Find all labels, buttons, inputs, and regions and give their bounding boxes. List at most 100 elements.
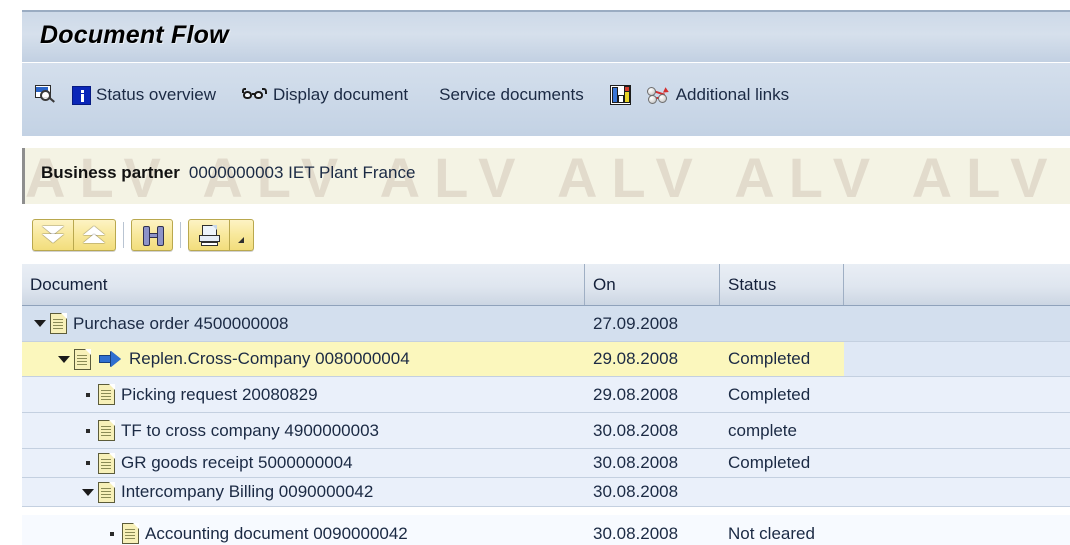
find-button[interactable] xyxy=(131,219,173,251)
display-document-label: Display document xyxy=(273,85,409,104)
glasses-icon xyxy=(242,86,268,104)
window-title-bar: Document Flow xyxy=(22,10,1070,62)
cell-document[interactable]: Picking request 20080829 xyxy=(22,377,585,412)
collapse-all-button[interactable] xyxy=(74,219,116,251)
cell-blank[interactable] xyxy=(844,342,1070,376)
cell-on[interactable]: 27.09.2008 xyxy=(585,306,720,341)
status-overview-label: Status overview xyxy=(96,85,216,104)
cell-status[interactable]: Not cleared xyxy=(720,515,844,545)
on-date-label: 27.09.2008 xyxy=(593,313,679,333)
cell-status[interactable] xyxy=(720,306,844,341)
table-row[interactable]: GR goods receipt 5000000004 30.08.2008 Com… xyxy=(22,449,1070,478)
cell-blank[interactable] xyxy=(844,515,1070,545)
cell-on[interactable]: 30.08.2008 xyxy=(585,478,720,506)
bar-chart-button[interactable] xyxy=(606,81,635,109)
service-documents-button[interactable]: Service documents xyxy=(430,81,588,109)
status-label: Completed xyxy=(728,384,811,404)
cell-on[interactable]: 30.08.2008 xyxy=(585,515,720,545)
on-date-label: 29.08.2008 xyxy=(593,349,679,368)
cell-on[interactable]: 29.08.2008 xyxy=(585,377,720,412)
column-header-document[interactable]: Document xyxy=(22,264,585,305)
page-title: Document Flow xyxy=(40,21,229,49)
expand-twisty-icon[interactable] xyxy=(30,320,50,327)
bullet-icon xyxy=(86,461,90,465)
document-label: TF to cross company 4900000003 xyxy=(121,420,379,440)
cell-blank[interactable] xyxy=(844,413,1070,448)
cell-document[interactable]: GR goods receipt 5000000004 xyxy=(22,449,585,477)
print-button[interactable] xyxy=(188,219,230,251)
status-label: Not cleared xyxy=(728,523,815,543)
cell-on[interactable]: 30.08.2008 xyxy=(585,413,720,448)
arrow-right-icon xyxy=(99,351,123,367)
table-row[interactable]: Intercompany Billing 0090000042 30.08.200… xyxy=(22,478,1070,507)
business-partner-label: Business partner xyxy=(41,163,180,182)
cell-blank[interactable] xyxy=(844,377,1070,412)
column-header-on[interactable]: On xyxy=(585,264,720,305)
screen-search-button[interactable] xyxy=(30,81,60,109)
leaf-bullet-icon[interactable] xyxy=(78,428,98,433)
cell-document[interactable]: Intercompany Billing 0090000042 xyxy=(22,478,585,506)
cell-document[interactable]: Accounting document 0090000042 xyxy=(22,515,585,545)
chevron-down-icon xyxy=(238,237,244,243)
leaf-bullet-icon[interactable] xyxy=(78,461,98,465)
table-row[interactable]: Accounting document 0090000042 30.08.2008… xyxy=(22,515,1070,545)
document-flow-window: Document Flow Status overview Display do… xyxy=(0,0,1070,545)
document-icon xyxy=(98,452,115,474)
leaf-bullet-icon[interactable] xyxy=(78,392,98,397)
toolbar-divider-2 xyxy=(180,222,181,248)
business-partner-value: 0000000003 IET Plant France xyxy=(188,163,416,182)
expand-all-button[interactable] xyxy=(32,219,74,251)
cell-blank[interactable] xyxy=(844,306,1070,341)
table-row[interactable]: Replen.Cross-Company 0080000004 29.08.200… xyxy=(22,342,1070,377)
cell-status[interactable]: Completed xyxy=(720,449,844,477)
cell-document[interactable]: Purchase order 4500000008 xyxy=(22,306,585,341)
additional-links-button[interactable]: Additional links xyxy=(643,81,793,109)
print-menu-button[interactable] xyxy=(230,219,254,251)
status-label: complete xyxy=(728,420,797,440)
bullet-icon xyxy=(86,392,90,397)
bar-chart-icon xyxy=(609,85,631,105)
document-icon xyxy=(98,420,115,441)
table-row[interactable]: Purchase order 4500000008 27.09.2008 xyxy=(22,306,1070,342)
cell-document[interactable]: TF to cross company 4900000003 xyxy=(22,413,585,448)
links-icon xyxy=(646,85,671,105)
cell-document[interactable]: Replen.Cross-Company 0080000004 xyxy=(22,342,585,376)
display-document-button[interactable]: Display document xyxy=(238,81,412,109)
chevron-down-icon[interactable] xyxy=(58,355,70,363)
expand-twisty-icon[interactable] xyxy=(54,355,74,363)
leaf-bullet-icon[interactable] xyxy=(102,531,122,536)
table-row[interactable]: Picking request 20080829 29.08.2008 Comple… xyxy=(22,377,1070,413)
document-label: GR goods receipt 5000000004 xyxy=(121,453,353,472)
cell-status[interactable]: Completed xyxy=(720,342,844,376)
table-body: Purchase order 4500000008 27.09.2008 Reple… xyxy=(22,306,1070,545)
chevron-down-icon[interactable] xyxy=(82,488,94,496)
cell-on[interactable]: 29.08.2008 xyxy=(585,342,720,376)
column-header-blank[interactable] xyxy=(844,264,1070,305)
cell-status[interactable]: Completed xyxy=(720,377,844,412)
info-icon xyxy=(72,85,91,105)
expand-twisty-icon[interactable] xyxy=(78,488,98,496)
document-label: Replen.Cross-Company 0080000004 xyxy=(129,349,410,368)
status-overview-button[interactable]: Status overview xyxy=(68,81,220,109)
cell-status[interactable]: complete xyxy=(720,413,844,448)
cell-on[interactable]: 30.08.2008 xyxy=(585,449,720,477)
cell-status[interactable] xyxy=(720,478,844,506)
toolbar-divider xyxy=(123,222,124,248)
screen-search-icon xyxy=(34,85,56,105)
document-label: Purchase order 4500000008 xyxy=(73,313,289,333)
cell-blank[interactable] xyxy=(844,449,1070,477)
status-label: Completed xyxy=(728,453,811,472)
chevron-down-icon[interactable] xyxy=(34,320,46,327)
cell-blank[interactable] xyxy=(844,478,1070,506)
document-icon xyxy=(98,481,115,503)
on-date-label: 29.08.2008 xyxy=(593,384,679,404)
business-partner-bar: ALV ALV ALV ALV ALV ALV ALV ALV ALV Busi… xyxy=(22,148,1070,204)
document-label: Intercompany Billing 0090000042 xyxy=(121,482,374,501)
table-row[interactable]: TF to cross company 4900000003 30.08.2008… xyxy=(22,413,1070,449)
column-header-status[interactable]: Status xyxy=(720,264,844,305)
document-label: Picking request 20080829 xyxy=(121,384,318,404)
bullet-icon xyxy=(110,531,114,536)
print-icon xyxy=(199,225,222,247)
on-date-label: 30.08.2008 xyxy=(593,453,679,472)
on-date-label: 30.08.2008 xyxy=(593,482,679,501)
